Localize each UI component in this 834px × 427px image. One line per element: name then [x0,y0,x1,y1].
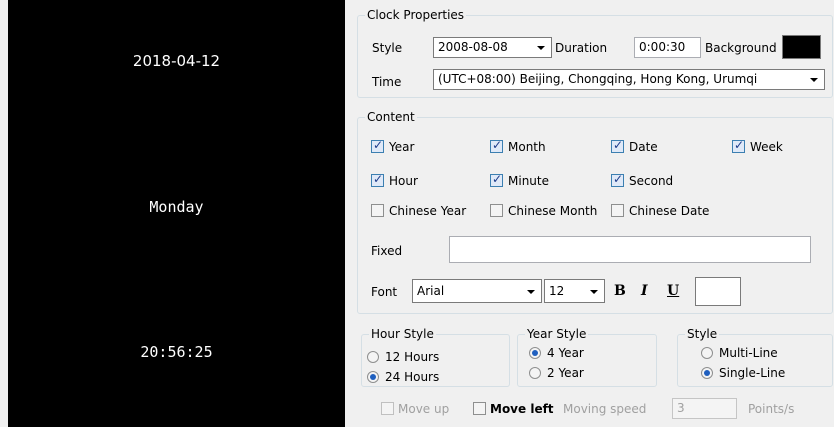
background-color-button[interactable] [782,35,821,59]
year-2-label: 2 Year [547,366,584,380]
fixed-text-input[interactable] [449,236,811,263]
date-checkbox-label: Date [629,140,658,154]
chinese-month-checkbox[interactable] [490,204,503,217]
time-label: Time [372,75,402,89]
clock-properties-legend: Clock Properties [367,8,465,22]
single-line-label: Single-Line [719,366,786,380]
year-style-legend: Year Style [527,327,587,341]
duration-input[interactable]: 0:00:30 [634,37,701,58]
font-size-dropdown-value: 12 [549,284,565,298]
preview-week: Monday [149,198,204,216]
chevron-down-icon [537,46,545,50]
month-checkbox[interactable] [490,138,503,153]
font-label: Font [371,285,398,299]
year-checkbox[interactable] [371,138,384,153]
week-checkbox[interactable] [732,138,745,153]
hour-checkbox-label: Hour [389,174,418,188]
hour-style-legend: Hour Style [371,327,434,341]
line-style-legend: Style [687,327,718,341]
multi-line-label: Multi-Line [719,346,778,360]
hour-24-radio[interactable] [367,371,379,383]
font-size-dropdown[interactable]: 12 [544,279,605,303]
date-checkbox[interactable] [611,138,624,153]
year-checkbox-label: Year [389,140,415,154]
month-checkbox-label: Month [508,140,546,154]
preview-time: 20:56:25 [140,343,213,361]
hour-24-label: 24 Hours [385,370,440,384]
background-label: Background [705,41,777,55]
move-left-checkbox[interactable] [473,402,486,415]
week-checkbox-label: Week [750,140,783,154]
chinese-month-checkbox-label: Chinese Month [508,204,598,218]
moving-speed-unit: Points/s [748,402,795,416]
hour-12-radio[interactable] [367,351,379,363]
chinese-year-checkbox-label: Chinese Year [389,204,467,218]
bold-button[interactable]: B [614,283,626,299]
chevron-down-icon [590,290,598,294]
font-family-dropdown[interactable]: Arial [412,279,542,303]
timezone-dropdown[interactable]: (UTC+08:00) Beijing, Chongqing, Hong Kon… [433,69,825,90]
year-4-radio[interactable] [529,347,541,359]
year-4-label: 4 Year [547,346,584,360]
single-line-radio[interactable] [701,367,713,379]
second-checkbox[interactable] [611,172,624,187]
hour-12-label: 12 Hours [385,350,440,364]
chinese-date-checkbox[interactable] [611,204,624,217]
underline-button[interactable]: U [667,283,679,299]
minute-checkbox-label: Minute [508,174,549,188]
italic-button[interactable]: I [641,283,648,299]
chinese-date-checkbox-label: Chinese Date [629,204,710,218]
moving-speed-input[interactable]: 3 [672,398,737,419]
chevron-down-icon [810,78,818,82]
move-up-checkbox[interactable] [381,402,394,415]
second-checkbox-label: Second [629,174,674,188]
font-family-dropdown-value: Arial [417,284,445,298]
style-label: Style [372,41,403,55]
minute-checkbox[interactable] [490,172,503,187]
hour-checkbox[interactable] [371,172,384,187]
chinese-year-checkbox[interactable] [371,204,384,217]
clock-preview-panel: 2018-04-12 Monday 20:56:25 [8,0,345,427]
multi-line-radio[interactable] [701,347,713,359]
timezone-dropdown-value: (UTC+08:00) Beijing, Chongqing, Hong Kon… [438,72,758,86]
style-dropdown[interactable]: 2008-08-08 [433,37,552,58]
font-color-button[interactable] [695,277,741,306]
content-legend: Content [367,110,415,124]
move-left-label: Move left [490,402,554,416]
year-2-radio[interactable] [529,367,541,379]
preview-date: 2018-04-12 [132,52,221,70]
style-dropdown-value: 2008-08-08 [438,40,508,54]
move-up-label: Move up [398,402,450,416]
chevron-down-icon [527,290,535,294]
moving-speed-label: Moving speed [563,402,647,416]
fixed-label: Fixed [371,244,403,258]
duration-label: Duration [555,41,608,55]
